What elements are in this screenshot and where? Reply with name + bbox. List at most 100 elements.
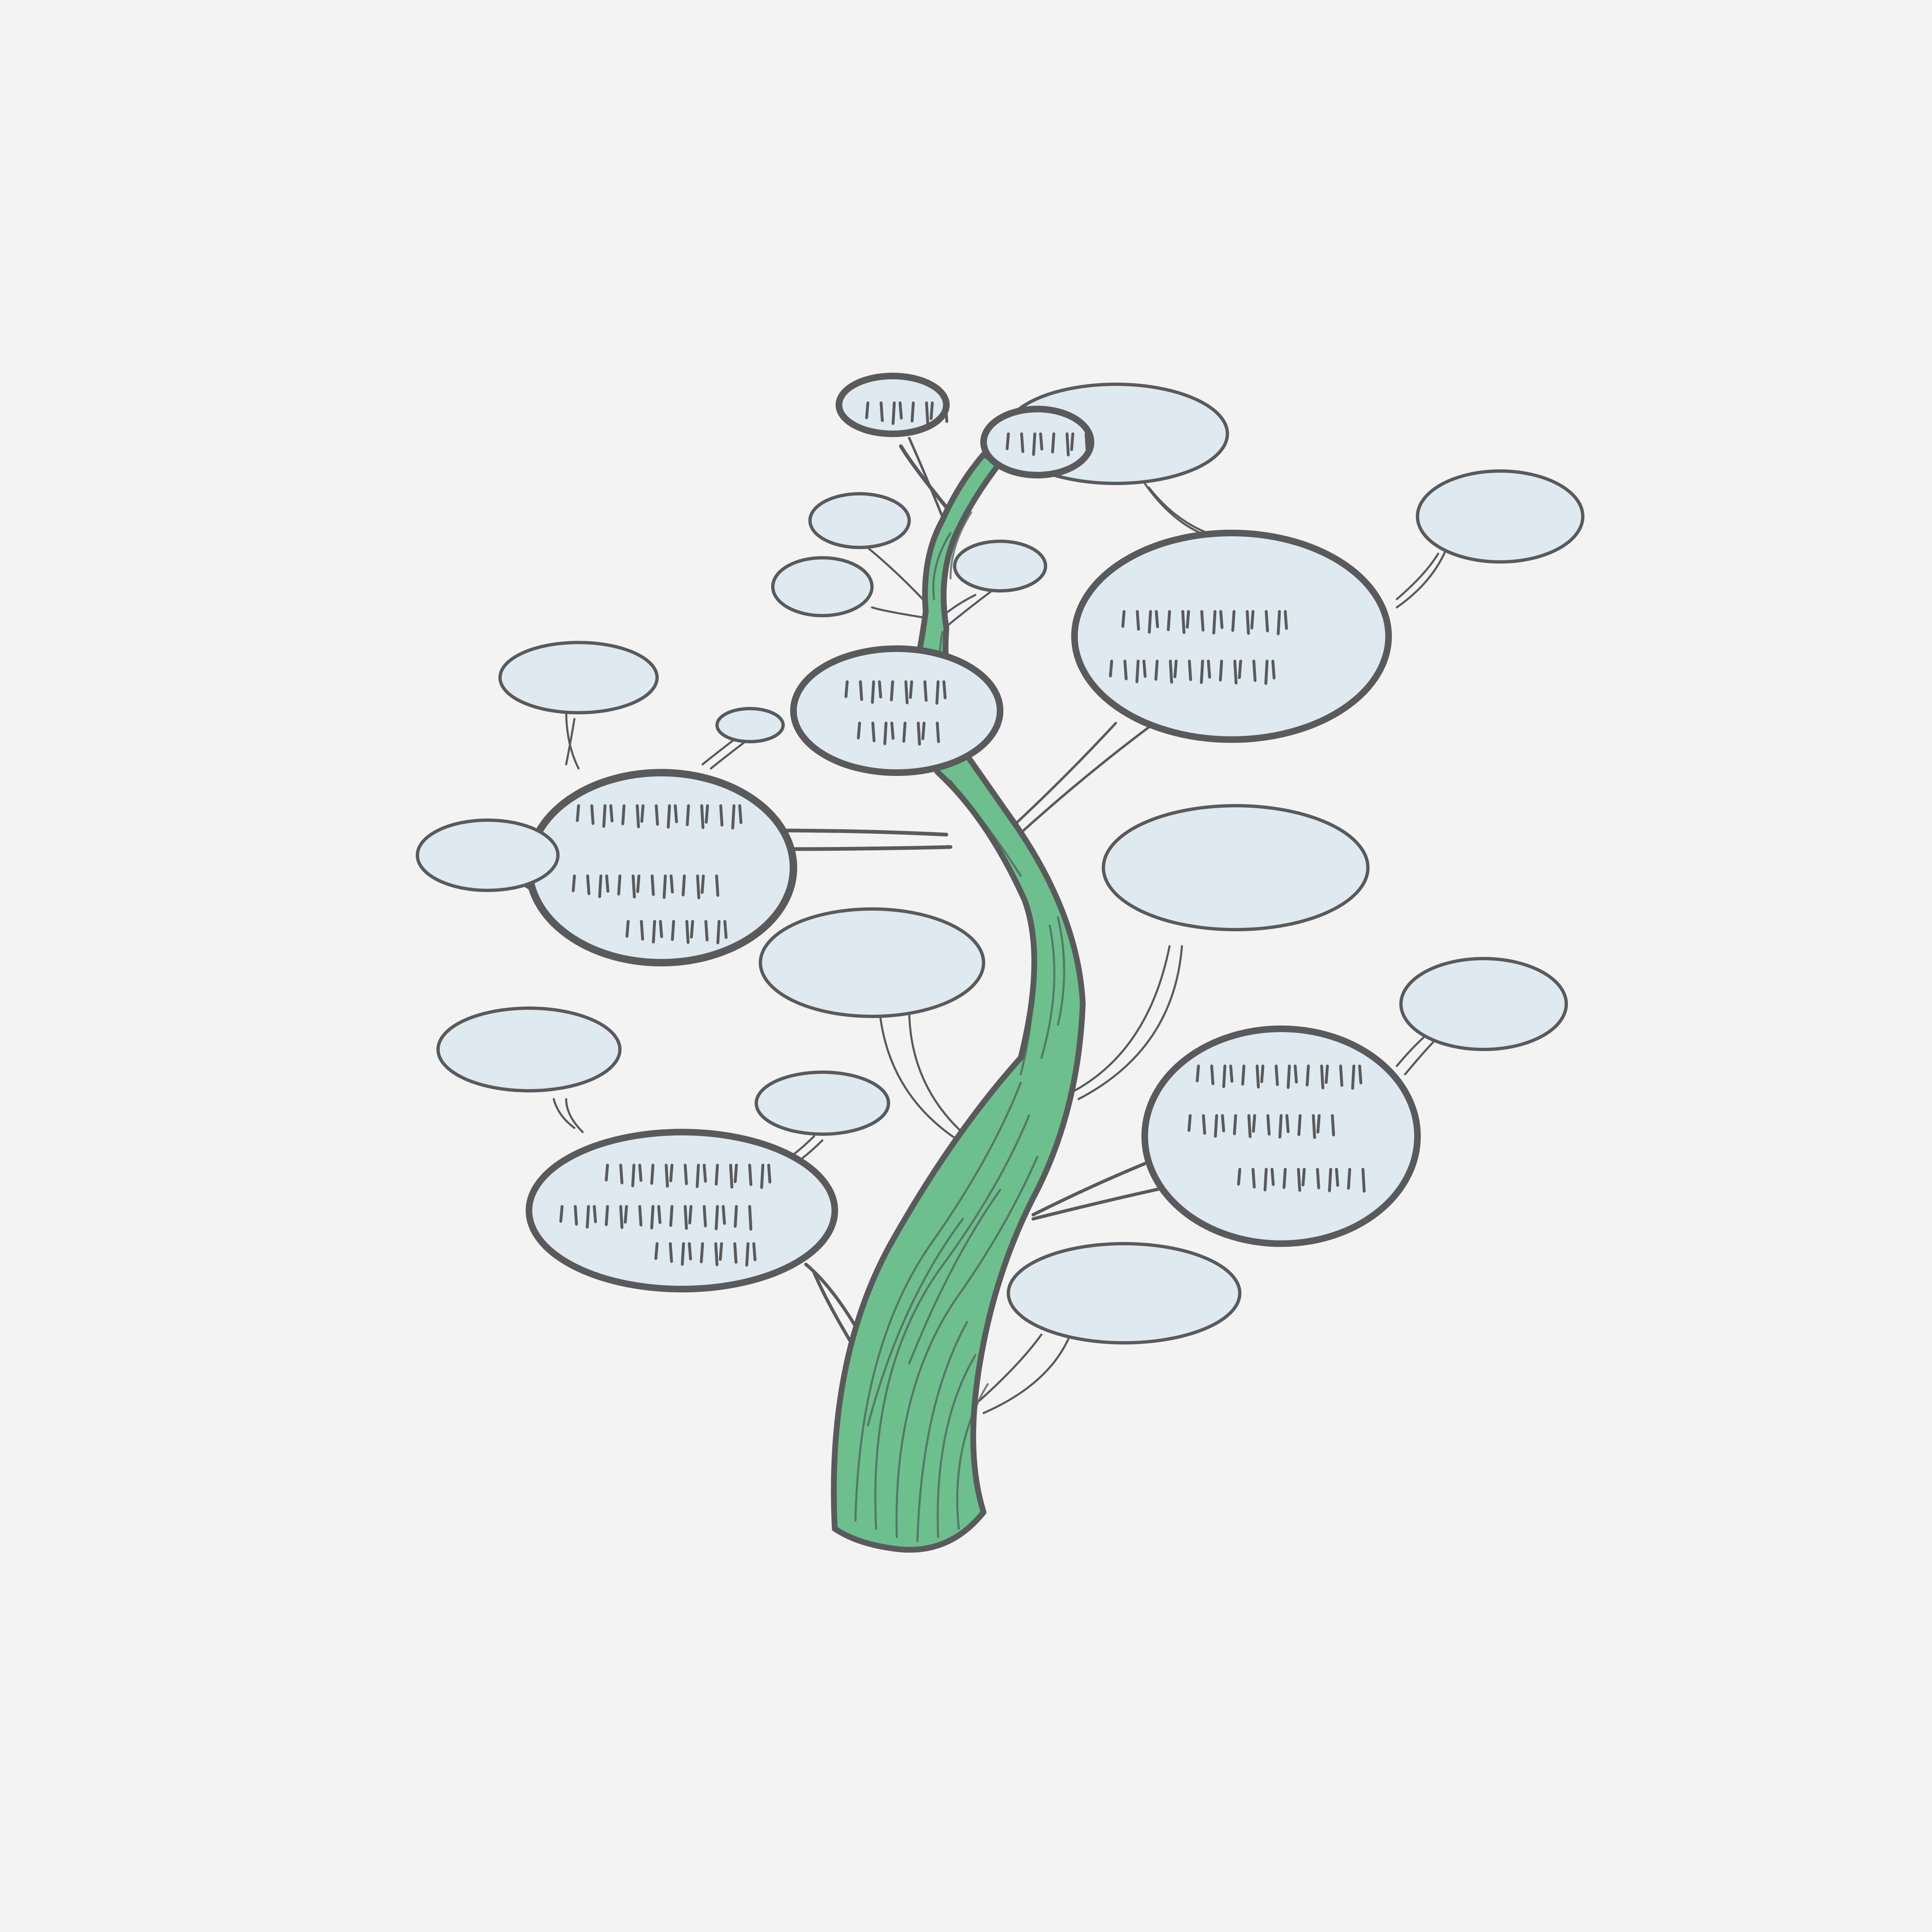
handwriting-mark: [857, 721, 861, 740]
handwriting-mark: [1219, 610, 1224, 629]
handwriting-mark: [631, 1163, 636, 1187]
handwriting-mark: [640, 804, 645, 823]
handwriting-mark: [684, 1163, 688, 1185]
handwriting-mark: [572, 874, 576, 892]
handwriting-mark: [1207, 659, 1211, 679]
handwriting-mark: [929, 401, 934, 420]
branch-line: [787, 845, 953, 851]
handwriting-mark: [598, 874, 603, 898]
handwriting-mark: [619, 1205, 624, 1229]
handwriting-mark: [1221, 1114, 1225, 1133]
handwriting-mark: [935, 680, 940, 705]
handwriting-mark: [636, 804, 640, 828]
handwriting-mark: [925, 401, 929, 426]
handwriting-mark: [1325, 1064, 1329, 1084]
handwriting-mark: [734, 1163, 738, 1183]
handwriting-mark: [1196, 1064, 1200, 1083]
handwriting-mark: [650, 1163, 655, 1185]
handwriting-mark: [890, 680, 894, 702]
handwriting-mark: [1169, 659, 1173, 684]
speech-bubble: [808, 492, 911, 549]
handwriting-mark: [586, 874, 591, 895]
handwriting-mark: [621, 804, 626, 826]
handwriting-mark: [631, 874, 636, 899]
handwriting-mark: [1305, 1064, 1310, 1087]
handwriting-mark: [696, 1163, 700, 1188]
handwriting-mark: [723, 920, 728, 939]
handwriting-mark: [650, 1205, 655, 1230]
handwriting-mark: [665, 1163, 669, 1188]
handwriting-mark: [714, 1242, 719, 1266]
handwriting-mark: [1263, 1168, 1268, 1192]
handwriting-mark: [1238, 659, 1242, 679]
handwriting-mark: [681, 1242, 685, 1266]
handwriting-mark: [871, 680, 875, 704]
handwriting-mark: [681, 874, 686, 897]
handwriting-mark: [844, 680, 849, 698]
handwriting-mark: [1282, 1168, 1287, 1189]
handwriting-mark: [1187, 1114, 1192, 1132]
speech-bubble: [498, 641, 659, 714]
handwriting-mark: [1255, 1064, 1260, 1089]
handwriting-mark: [1070, 432, 1074, 451]
handwriting-mark: [1260, 1064, 1265, 1083]
handwriting-mark: [605, 1163, 609, 1182]
handwriting-mark: [1155, 610, 1159, 628]
handwriting-mark: [1264, 659, 1269, 685]
handwriting-mark: [1285, 1114, 1290, 1133]
handwriting-mark: [859, 680, 863, 701]
handwriting-mark: [1339, 1064, 1344, 1087]
handwriting-mark: [1020, 432, 1024, 453]
handwriting-mark: [722, 1205, 726, 1225]
handwriting-mark: [1154, 659, 1159, 681]
handwriting-mark: [657, 1205, 662, 1224]
handwriting-mark: [921, 721, 926, 740]
speech-bubble: [1416, 469, 1584, 564]
handwriting-mark: [674, 804, 678, 823]
handwriting-mark: [719, 1242, 723, 1261]
handwriting-mark: [624, 1205, 628, 1224]
speech-bubble: [755, 1071, 890, 1136]
handwriting-mark: [1136, 610, 1140, 631]
handwriting-mark: [636, 874, 641, 893]
speech-bubble: [771, 556, 874, 617]
handwriting-mark: [891, 401, 896, 425]
handwriting-mark: [559, 1205, 564, 1223]
handwriting-mark: [688, 1242, 692, 1261]
handwriting-mark: [609, 804, 614, 823]
handwriting-mark: [1331, 1114, 1335, 1137]
handwriting-mark: [605, 874, 610, 893]
handwriting-mark: [944, 401, 948, 423]
handwriting-mark: [667, 804, 671, 829]
handwriting-mark: [1294, 1064, 1298, 1084]
handwriting-mark: [883, 721, 888, 745]
handwriting-mark: [1251, 1168, 1256, 1189]
handwriting-mark: [1200, 659, 1204, 684]
handwriting-mark: [1219, 659, 1223, 682]
handwriting-mark: [625, 920, 630, 938]
handwriting-mark: [1212, 610, 1217, 635]
handwriting-mark: [716, 920, 721, 945]
handwriting-mark: [619, 1163, 624, 1185]
handwriting-mark: [705, 804, 709, 824]
handwriting-mark: [1316, 1114, 1321, 1134]
handwriting-mark: [703, 1205, 707, 1228]
handwriting-mark: [715, 1205, 719, 1230]
handwriting-mark: [1202, 1114, 1206, 1135]
handwriting-mark: [593, 1205, 597, 1223]
handwriting-mark: [748, 1205, 753, 1231]
illustration-canvas: [0, 0, 1932, 1932]
handwriting-mark: [1241, 1064, 1246, 1086]
handwriting-mark: [936, 721, 940, 743]
handwriting-mark: [1320, 1064, 1325, 1090]
handwriting-mark: [617, 874, 622, 896]
handwriting-mark: [1265, 610, 1269, 633]
handwriting-mark: [1084, 432, 1089, 454]
handwriting-mark: [910, 401, 915, 423]
handwriting-mark: [659, 920, 663, 938]
handwriting-mark: [1271, 659, 1276, 680]
handwriting-mark: [638, 1163, 643, 1182]
handwriting-mark: [703, 1163, 707, 1183]
handwriting-mark: [696, 874, 700, 899]
speech-bubble: [953, 540, 1047, 592]
